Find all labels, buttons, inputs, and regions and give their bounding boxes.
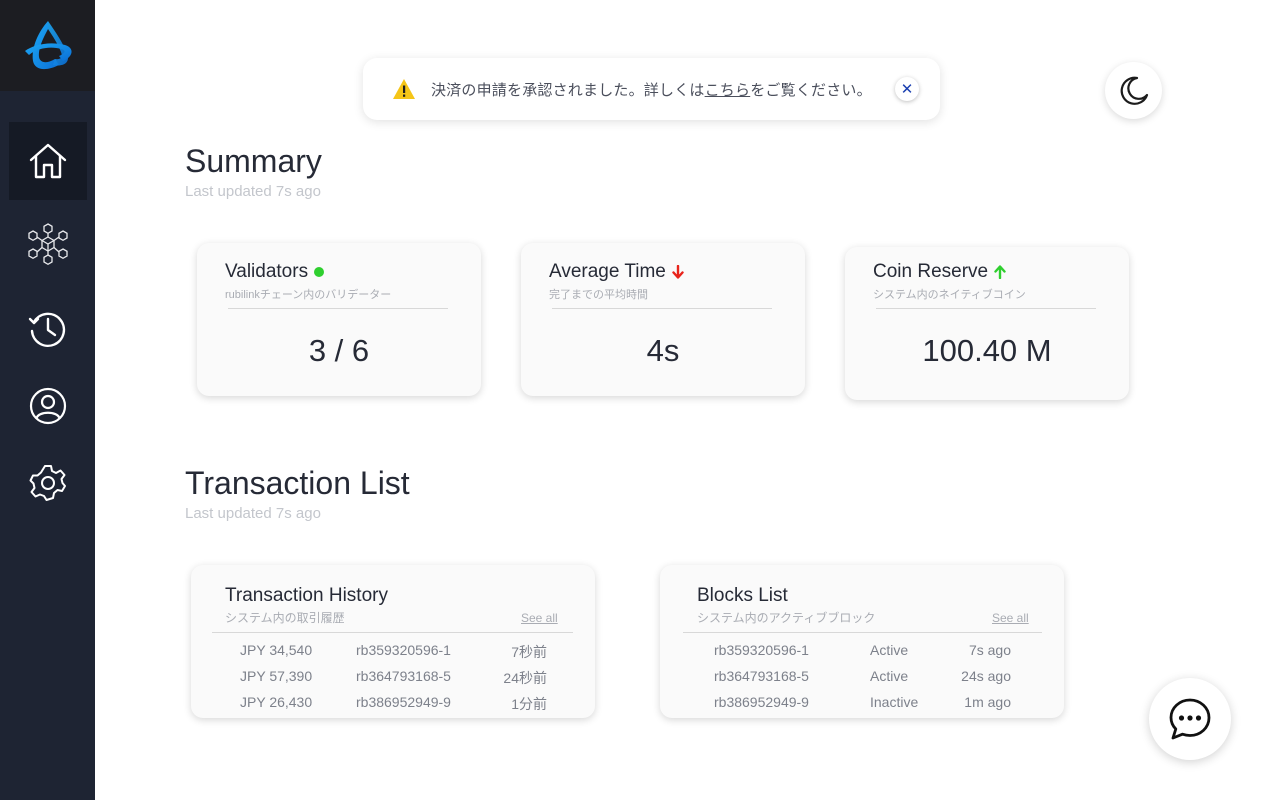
notification-text-end: をご覧ください。 bbox=[750, 82, 872, 99]
panel-title: Transaction History bbox=[225, 585, 388, 606]
arrow-down-icon bbox=[672, 265, 684, 279]
amount: JPY 26,430 bbox=[240, 694, 313, 710]
blocks-list-panel: Blocks List システム内のアクティブブロック See all rb35… bbox=[660, 565, 1064, 718]
table-row[interactable]: JPY 26,430 rb386952949-9 1分前 bbox=[191, 694, 595, 714]
table-row[interactable]: rb364793168-5 Active 24s ago bbox=[660, 668, 1064, 688]
summary-title: Summary bbox=[185, 143, 322, 179]
card-subtitle: rubilinkチェーン内のバリデーター bbox=[225, 289, 392, 301]
block-id: rb364793168-5 bbox=[714, 668, 809, 684]
table-row[interactable]: JPY 57,390 rb364793168-5 24秒前 bbox=[191, 668, 595, 688]
logo-icon bbox=[24, 20, 72, 69]
history-icon bbox=[28, 312, 66, 347]
amount: JPY 34,540 bbox=[240, 642, 313, 658]
chat-bubble-icon bbox=[1169, 698, 1211, 740]
time: 1分前 bbox=[511, 696, 547, 712]
home-icon bbox=[29, 143, 67, 179]
warning-icon bbox=[393, 79, 415, 99]
validators-title: Validators bbox=[225, 261, 309, 282]
block-id: rb359320596-1 bbox=[714, 642, 809, 658]
card-title: Coin Reserve bbox=[873, 261, 1006, 283]
moon-icon bbox=[1120, 76, 1148, 105]
transaction-id: rb364793168-5 bbox=[356, 668, 451, 684]
average-time-value: 4s bbox=[646, 333, 680, 368]
theme-toggle-button[interactable] bbox=[1105, 62, 1162, 119]
average-time-card[interactable]: Average Time 完了までの平均時間 4s bbox=[521, 243, 805, 396]
nav-home[interactable] bbox=[9, 122, 87, 200]
coin-reserve-value: 100.40 M bbox=[922, 333, 1052, 368]
panel-subtitle: システム内の取引履歴 bbox=[225, 611, 345, 625]
card-title: Validators bbox=[225, 261, 325, 283]
table-row[interactable]: rb359320596-1 Active 7s ago bbox=[660, 642, 1064, 662]
transaction-list-title: Transaction List bbox=[185, 465, 410, 501]
summary-updated: Last updated 7s ago bbox=[185, 183, 321, 200]
app-logo[interactable] bbox=[0, 0, 95, 91]
time: 24s ago bbox=[961, 668, 1011, 684]
block-status: Active bbox=[870, 668, 909, 684]
block-status: Active bbox=[870, 642, 909, 658]
divider bbox=[876, 308, 1096, 309]
transaction-id: rb386952949-9 bbox=[356, 694, 451, 710]
sidebar bbox=[0, 0, 95, 800]
divider bbox=[552, 308, 772, 309]
transaction-list-updated: Last updated 7s ago bbox=[185, 505, 321, 522]
status-dot-icon bbox=[314, 267, 325, 277]
notification-text: 決済の申請を承認されました。詳しくは bbox=[431, 82, 705, 99]
table-row[interactable]: JPY 34,540 rb359320596-1 7秒前 bbox=[191, 642, 595, 662]
transaction-history-panel: Transaction History システム内の取引履歴 See all J… bbox=[191, 565, 595, 718]
close-notification-button[interactable]: ✕ bbox=[895, 77, 919, 101]
see-all-link[interactable]: See all bbox=[521, 611, 558, 625]
transaction-id: rb359320596-1 bbox=[356, 642, 451, 658]
block-status: Inactive bbox=[870, 694, 919, 710]
nav-account[interactable] bbox=[9, 367, 87, 445]
time: 24秒前 bbox=[503, 670, 547, 686]
validators-value: 3 / 6 bbox=[308, 333, 370, 368]
time: 1m ago bbox=[964, 694, 1011, 710]
chat-button[interactable] bbox=[1149, 678, 1231, 760]
average-time-title: Average Time bbox=[549, 261, 666, 282]
see-all-link[interactable]: See all bbox=[992, 611, 1029, 625]
card-subtitle: 完了までの平均時間 bbox=[549, 289, 648, 301]
notification-message: 決済の申請を承認されました。詳しくはこちらをご覧ください。 bbox=[431, 79, 872, 100]
panel-subtitle: システム内のアクティブブロック bbox=[697, 611, 876, 625]
coin-reserve-title: Coin Reserve bbox=[873, 261, 989, 282]
close-icon: ✕ bbox=[900, 81, 914, 98]
validators-card[interactable]: Validators rubilinkチェーン内のバリデーター 3 / 6 bbox=[197, 243, 481, 396]
nav-settings[interactable] bbox=[9, 444, 87, 522]
nav-blocks[interactable] bbox=[9, 206, 87, 284]
card-subtitle: システム内のネイティブコイン bbox=[873, 289, 1026, 301]
table-row[interactable]: rb386952949-9 Inactive 1m ago bbox=[660, 694, 1064, 714]
coin-reserve-card[interactable]: Coin Reserve システム内のネイティブコイン 100.40 M bbox=[845, 247, 1129, 400]
account-icon bbox=[29, 387, 67, 425]
block-id: rb386952949-9 bbox=[714, 694, 809, 710]
arrow-up-icon bbox=[994, 265, 1006, 279]
card-title: Average Time bbox=[549, 261, 684, 283]
amount: JPY 57,390 bbox=[240, 668, 313, 684]
time: 7s ago bbox=[968, 642, 1011, 658]
divider bbox=[228, 308, 448, 309]
divider bbox=[683, 632, 1042, 633]
blocks-network-icon bbox=[28, 223, 68, 266]
time: 7秒前 bbox=[511, 644, 547, 660]
notification-link[interactable]: こちら bbox=[705, 82, 751, 99]
approval-notification: 決済の申請を承認されました。詳しくはこちらをご覧ください。 ✕ bbox=[363, 58, 940, 120]
settings-icon bbox=[29, 465, 66, 501]
nav-history[interactable] bbox=[9, 290, 87, 368]
divider bbox=[212, 632, 573, 633]
panel-title: Blocks List bbox=[697, 585, 788, 606]
